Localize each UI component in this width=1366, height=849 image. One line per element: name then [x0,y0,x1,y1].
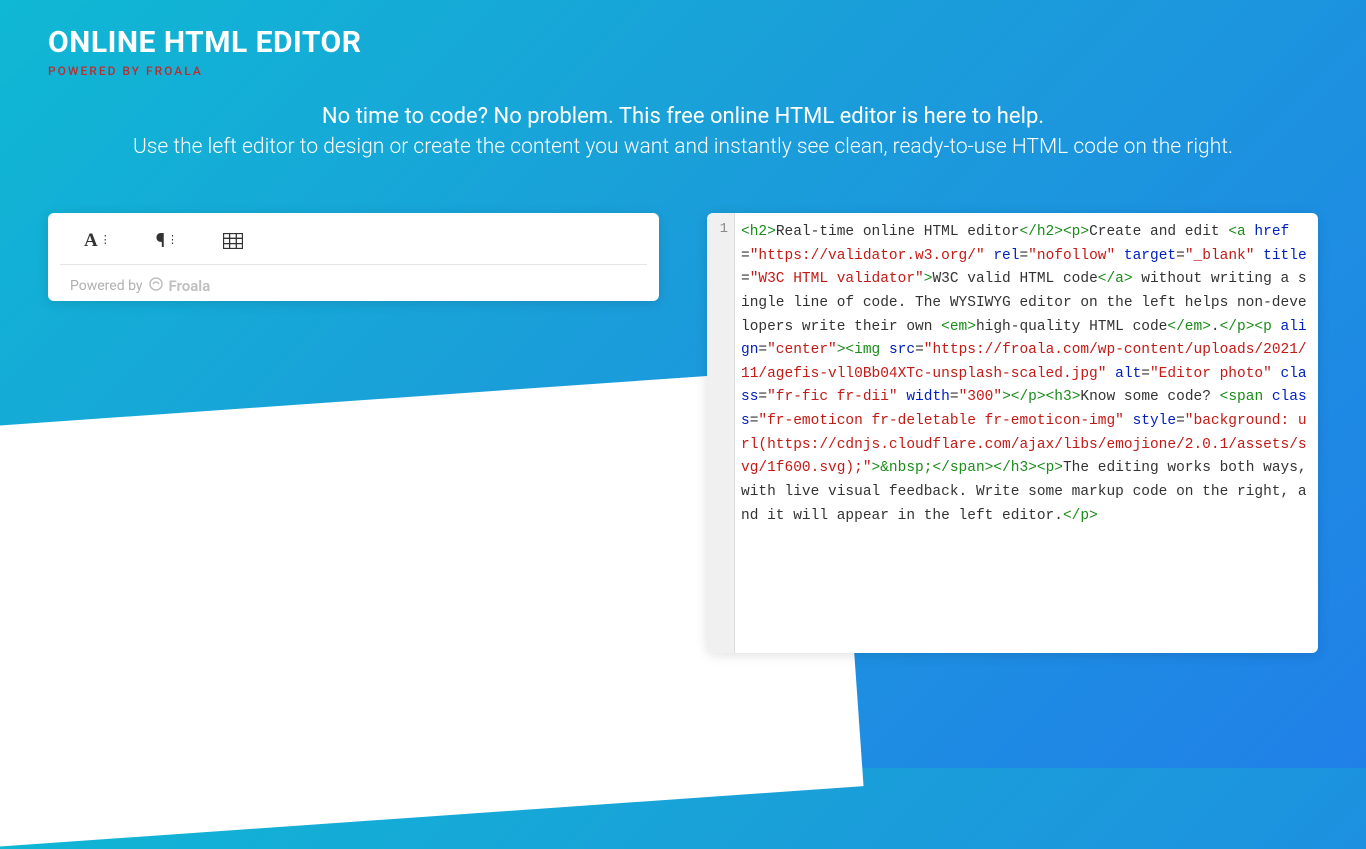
froala-logo-icon [149,277,163,295]
powered-by-label: Powered by Froala [48,265,659,295]
text-formatting-button[interactable]: A⋮ [84,229,110,252]
intro-block: No time to code? No problem. This free o… [48,104,1318,159]
page-subtitle: POWERED BY FROALA [48,64,1318,78]
froala-brand-name: Froala [169,277,211,295]
intro-line-1: No time to code? No problem. This free o… [48,104,1318,129]
code-textarea[interactable]: <h2>Real-time online HTML editor</h2><p>… [735,213,1318,653]
insert-table-button[interactable] [223,229,243,252]
paragraph-formatting-button[interactable]: ¶⋮ [156,229,177,252]
dropdown-dots-icon: ⋮ [167,233,177,246]
page-title: ONLINE HTML EDITOR [48,25,1318,60]
line-number: 1 [713,221,728,237]
powered-prefix: Powered by [70,278,143,294]
wysiwyg-editor-panel: A⋮ ¶⋮ Powered by Froala [48,213,659,301]
code-editor-panel: 1 <h2>Real-time online HTML editor</h2><… [707,213,1318,653]
editor-toolbar: A⋮ ¶⋮ [60,225,647,265]
paragraph-icon: ¶ [156,229,165,252]
table-icon [223,233,243,249]
text-icon: A [84,230,98,252]
line-number-gutter: 1 [707,213,735,653]
dropdown-dots-icon: ⋮ [100,233,110,246]
intro-line-2: Use the left editor to design or create … [48,135,1318,159]
